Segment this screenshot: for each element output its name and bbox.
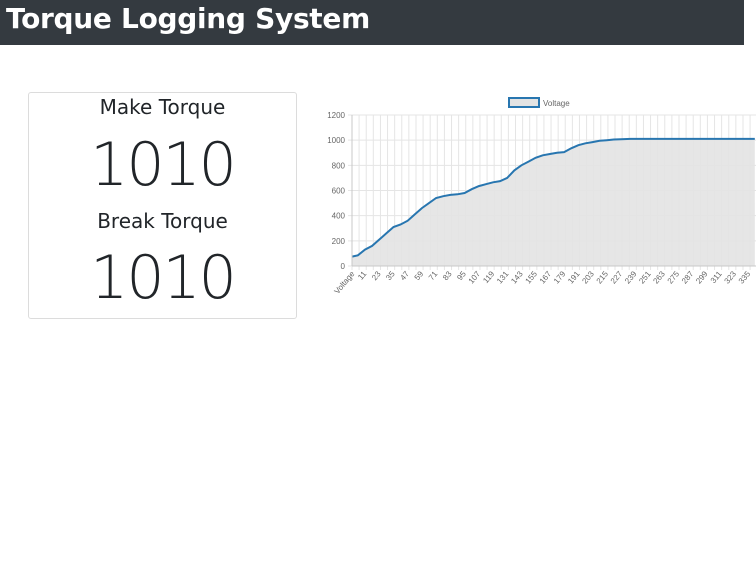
legend-swatch[interactable] xyxy=(508,97,540,108)
x-tick-label: 107 xyxy=(467,269,483,285)
x-tick-label: 167 xyxy=(538,269,554,285)
x-tick-label: 215 xyxy=(595,269,611,285)
x-tick-label: 335 xyxy=(737,269,753,285)
x-tick-label: 47 xyxy=(398,269,411,282)
series-area xyxy=(352,138,755,266)
x-tick-label: 287 xyxy=(680,269,696,285)
y-tick-label: 600 xyxy=(332,187,346,196)
x-tick-label: 23 xyxy=(370,269,383,282)
x-tick-label: 71 xyxy=(427,269,440,282)
x-tick-label: 35 xyxy=(384,269,397,282)
app-title: Torque Logging System xyxy=(6,2,370,35)
x-tick-label: 131 xyxy=(495,269,511,285)
y-tick-label: 800 xyxy=(332,161,346,170)
x-tick-label: 83 xyxy=(441,269,454,282)
y-tick-label: 400 xyxy=(332,212,346,221)
y-tick-label: 1000 xyxy=(327,136,345,145)
y-tick-label: 1200 xyxy=(327,111,345,120)
y-tick-label: 200 xyxy=(332,237,346,246)
x-tick-label: 227 xyxy=(609,269,625,285)
break-torque-value: 1010 xyxy=(90,243,237,313)
make-torque-label: Make Torque xyxy=(99,95,226,119)
x-tick-label: 191 xyxy=(566,269,582,285)
x-tick-label: 239 xyxy=(623,269,639,285)
x-tick-label: 251 xyxy=(637,269,653,285)
x-tick-label: 143 xyxy=(509,269,525,285)
app-header: Torque Logging System xyxy=(0,0,744,45)
x-tick-label: 155 xyxy=(524,269,540,285)
torque-card: Make Torque 1010 Break Torque 1010 xyxy=(28,92,297,319)
voltage-chart: 020040060080010001200Voltage 11 23 35 47 59 71… xyxy=(327,97,756,296)
x-tick-label: 59 xyxy=(413,269,426,282)
x-tick-label: 275 xyxy=(666,269,682,285)
x-tick-label: 179 xyxy=(552,269,568,285)
x-tick-label: 11 xyxy=(356,269,369,282)
make-torque-value: 1010 xyxy=(90,130,237,200)
break-torque-label: Break Torque xyxy=(97,209,228,233)
x-tick-label: 203 xyxy=(580,269,596,285)
y-tick-label: 0 xyxy=(341,262,346,271)
x-tick-label: 119 xyxy=(481,269,496,285)
x-tick-label: 323 xyxy=(723,269,739,285)
x-tick-label: 263 xyxy=(651,269,667,285)
x-tick-label: Voltage xyxy=(332,269,356,296)
legend-label[interactable]: Voltage xyxy=(543,99,570,108)
x-tick-label: 299 xyxy=(694,269,710,285)
x-tick-label: 311 xyxy=(709,269,724,285)
